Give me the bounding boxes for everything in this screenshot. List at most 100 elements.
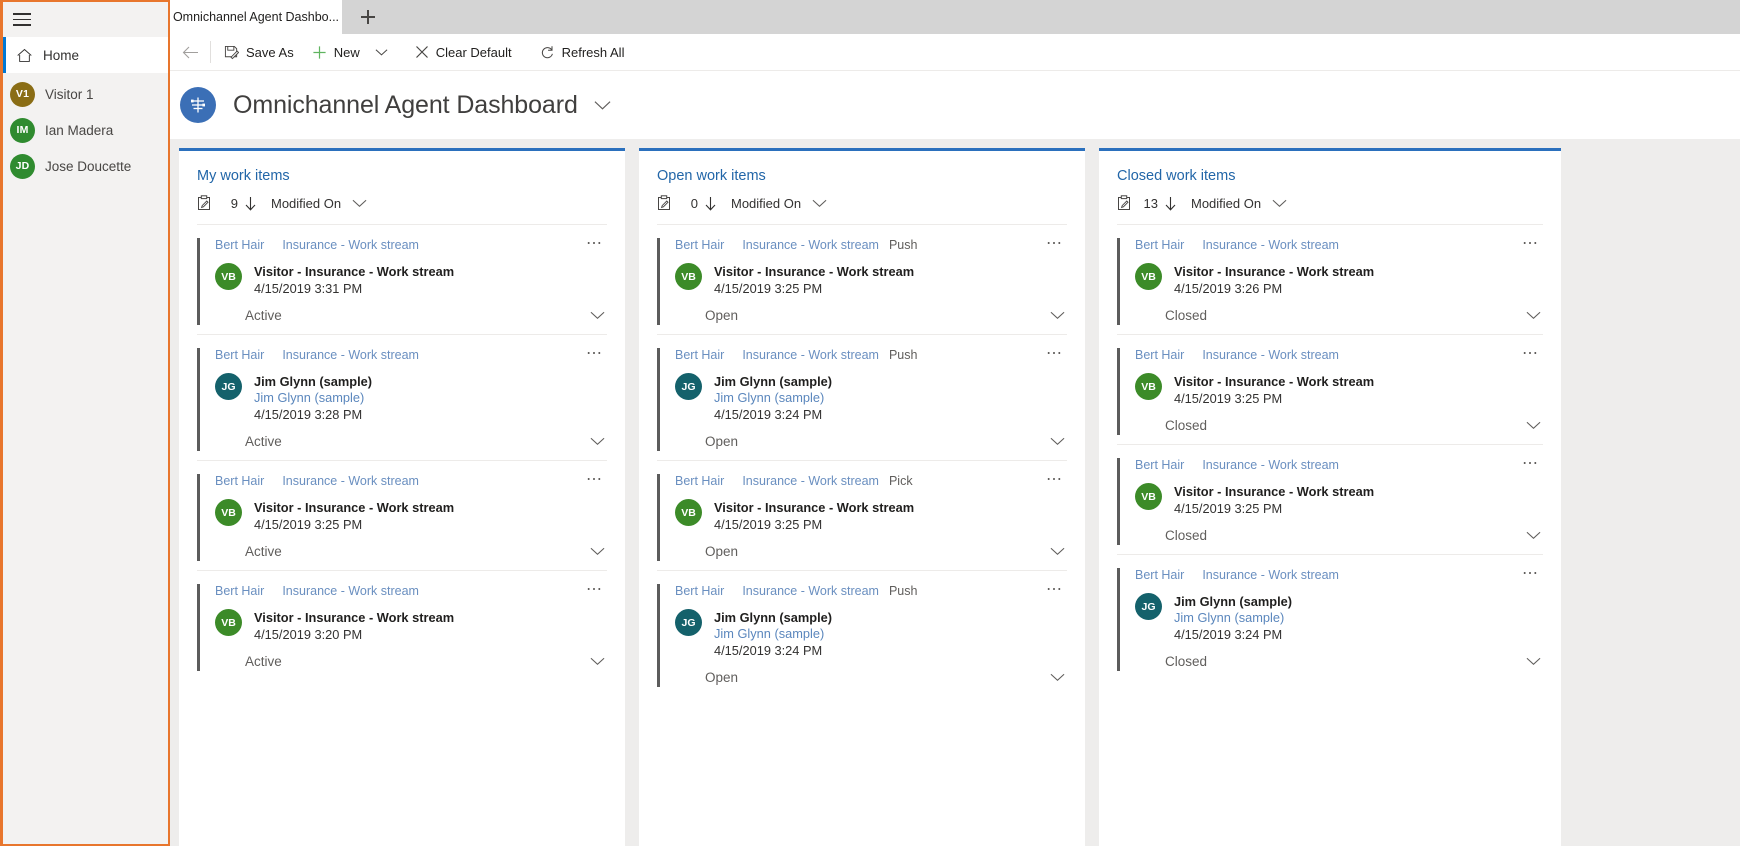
card-expand-button[interactable] — [590, 311, 607, 320]
card-workstream-link[interactable]: Insurance - Work stream — [1202, 568, 1339, 582]
column-title[interactable]: Open work items — [657, 168, 1085, 184]
card-owner-link[interactable]: Bert Hair — [215, 348, 264, 362]
card-text-lines: Visitor - Insurance - Work stream 4/15/20… — [254, 499, 454, 533]
card-expand-button[interactable] — [590, 657, 607, 666]
card-more-options-button[interactable]: ⋯ — [1516, 233, 1545, 255]
sidebar-header — [3, 2, 168, 37]
card-expand-button[interactable] — [1050, 673, 1067, 682]
card-owner-link[interactable]: Bert Hair — [215, 238, 264, 252]
card-secondary-link[interactable]: Jim Glynn (sample) — [714, 390, 832, 406]
card-expand-button[interactable] — [1050, 547, 1067, 556]
card-more-options-button[interactable]: ⋯ — [1516, 343, 1545, 365]
card-workstream-link[interactable]: Insurance - Work stream — [742, 584, 879, 598]
column-title[interactable]: My work items — [197, 168, 625, 184]
work-item-card[interactable]: Bert Hair Insurance - Work stream ⋯ VB Visit… — [197, 461, 607, 571]
card-owner-link[interactable]: Bert Hair — [675, 584, 724, 598]
card-workstream-link[interactable]: Insurance - Work stream — [742, 348, 879, 362]
card-more-options-button[interactable]: ⋯ — [1040, 579, 1069, 601]
work-item-card[interactable]: Bert Hair Insurance - Work stream Push ⋯ JG J… — [657, 335, 1067, 461]
card-workstream-link[interactable]: Insurance - Work stream — [282, 238, 419, 252]
card-expand-button[interactable] — [1050, 437, 1067, 446]
page-title-dropdown[interactable] — [594, 100, 611, 111]
work-item-card[interactable]: Bert Hair Insurance - Work stream Push ⋯ JG J… — [657, 571, 1067, 696]
card-primary-text: Jim Glynn (sample) — [254, 374, 373, 389]
sidebar-session-item[interactable]: IM Ian Madera — [3, 112, 168, 148]
work-item-card[interactable]: Bert Hair Insurance - Work stream Push ⋯ VB V… — [657, 225, 1067, 335]
card-more-options-button[interactable]: ⋯ — [1516, 453, 1545, 475]
avatar-initials: JG — [221, 380, 236, 393]
plus-icon — [313, 45, 326, 59]
card-timestamp: 4/15/2019 3:25 PM — [254, 517, 363, 532]
avatar: IM — [10, 117, 35, 143]
card-workstream-link[interactable]: Insurance - Work stream — [282, 584, 419, 598]
card-more-options-button[interactable]: ⋯ — [1040, 469, 1069, 491]
column-sort-dropdown[interactable] — [812, 196, 827, 211]
card-workstream-link[interactable]: Insurance - Work stream — [742, 238, 879, 252]
card-more-options-button[interactable]: ⋯ — [580, 343, 609, 365]
chevron-down-icon — [1050, 673, 1065, 682]
card-expand-button[interactable] — [1526, 657, 1543, 666]
hamburger-menu-icon[interactable] — [13, 13, 31, 26]
card-status: Active — [245, 308, 282, 323]
tab-omnichannel-agent-dashboard[interactable]: Omnichannel Agent Dashbo... — [170, 0, 342, 34]
card-secondary-link[interactable]: Jim Glynn (sample) — [1174, 610, 1292, 626]
card-workstream-link[interactable]: Insurance - Work stream — [742, 474, 879, 488]
work-item-card[interactable]: Bert Hair Insurance - Work stream ⋯ JG Jim G… — [197, 335, 607, 461]
column-sort-dropdown[interactable] — [352, 196, 367, 211]
refresh-all-button[interactable]: Refresh All — [531, 34, 634, 71]
card-more-options-button[interactable]: ⋯ — [1040, 233, 1069, 255]
work-item-card[interactable]: Bert Hair Insurance - Work stream ⋯ VB Visit… — [197, 225, 607, 335]
avatar-initials: JG — [681, 616, 696, 629]
card-owner-link[interactable]: Bert Hair — [675, 348, 724, 362]
card-workstream-link[interactable]: Insurance - Work stream — [1202, 458, 1339, 472]
card-expand-button[interactable] — [1526, 421, 1543, 430]
card-owner-link[interactable]: Bert Hair — [675, 238, 724, 252]
work-item-card[interactable]: Bert Hair Insurance - Work stream ⋯ VB Visit… — [1117, 445, 1543, 555]
sidebar-item-home[interactable]: Home — [3, 37, 168, 73]
card-workstream-link[interactable]: Insurance - Work stream — [282, 348, 419, 362]
card-secondary-link[interactable]: Jim Glynn (sample) — [714, 626, 832, 642]
sidebar-session-item[interactable]: V1 Visitor 1 — [3, 76, 168, 112]
card-owner-link[interactable]: Bert Hair — [1135, 348, 1184, 362]
new-dropdown-button[interactable] — [369, 34, 394, 71]
card-workstream-link[interactable]: Insurance - Work stream — [1202, 348, 1339, 362]
work-item-card[interactable]: Bert Hair Insurance - Work stream ⋯ VB Visit… — [1117, 335, 1543, 445]
card-footer: Closed — [1117, 654, 1543, 669]
card-owner-link[interactable]: Bert Hair — [1135, 568, 1184, 582]
work-item-card[interactable]: Bert Hair Insurance - Work stream Pick ⋯ VB V… — [657, 461, 1067, 571]
card-text-lines: Jim Glynn (sample) Jim Glynn (sample) 4/15… — [1174, 593, 1292, 643]
column-title[interactable]: Closed work items — [1117, 168, 1561, 184]
work-item-card[interactable]: Bert Hair Insurance - Work stream ⋯ VB Visit… — [197, 571, 607, 680]
sidebar-session-item[interactable]: JD Jose Doucette — [3, 148, 168, 184]
card-more-options-button[interactable]: ⋯ — [580, 579, 609, 601]
card-expand-button[interactable] — [1050, 311, 1067, 320]
card-expand-button[interactable] — [590, 547, 607, 556]
card-owner-link[interactable]: Bert Hair — [1135, 238, 1184, 252]
column-meta: 0 Modified On — [657, 195, 1085, 211]
card-secondary-link[interactable]: Jim Glynn (sample) — [254, 390, 372, 406]
card-more-options-button[interactable]: ⋯ — [1040, 343, 1069, 365]
card-owner-link[interactable]: Bert Hair — [1135, 458, 1184, 472]
card-more-options-button[interactable]: ⋯ — [580, 233, 609, 255]
new-button[interactable]: New — [303, 34, 369, 71]
card-expand-button[interactable] — [1526, 531, 1543, 540]
card-owner-link[interactable]: Bert Hair — [215, 474, 264, 488]
column-sort-dropdown[interactable] — [1272, 196, 1287, 211]
card-more-options-button[interactable]: ⋯ — [1516, 563, 1545, 585]
work-item-card[interactable]: Bert Hair Insurance - Work stream ⋯ VB Visit… — [1117, 225, 1543, 335]
new-tab-button[interactable] — [348, 0, 388, 34]
card-text-lines: Visitor - Insurance - Work stream 4/15/20… — [1174, 483, 1374, 517]
card-workstream-link[interactable]: Insurance - Work stream — [1202, 238, 1339, 252]
card-expand-button[interactable] — [1526, 311, 1543, 320]
work-item-card[interactable]: Bert Hair Insurance - Work stream ⋯ JG Jim G… — [1117, 555, 1543, 680]
card-owner-link[interactable]: Bert Hair — [675, 474, 724, 488]
column-count: 9 — [230, 195, 238, 211]
back-button[interactable] — [170, 34, 210, 71]
card-expand-button[interactable] — [590, 437, 607, 446]
card-accent-bar — [657, 238, 660, 325]
card-workstream-link[interactable]: Insurance - Work stream — [282, 474, 419, 488]
clear-default-button[interactable]: Clear Default — [406, 34, 521, 71]
save-as-button[interactable]: Save As — [215, 34, 303, 71]
card-more-options-button[interactable]: ⋯ — [580, 469, 609, 491]
card-owner-link[interactable]: Bert Hair — [215, 584, 264, 598]
